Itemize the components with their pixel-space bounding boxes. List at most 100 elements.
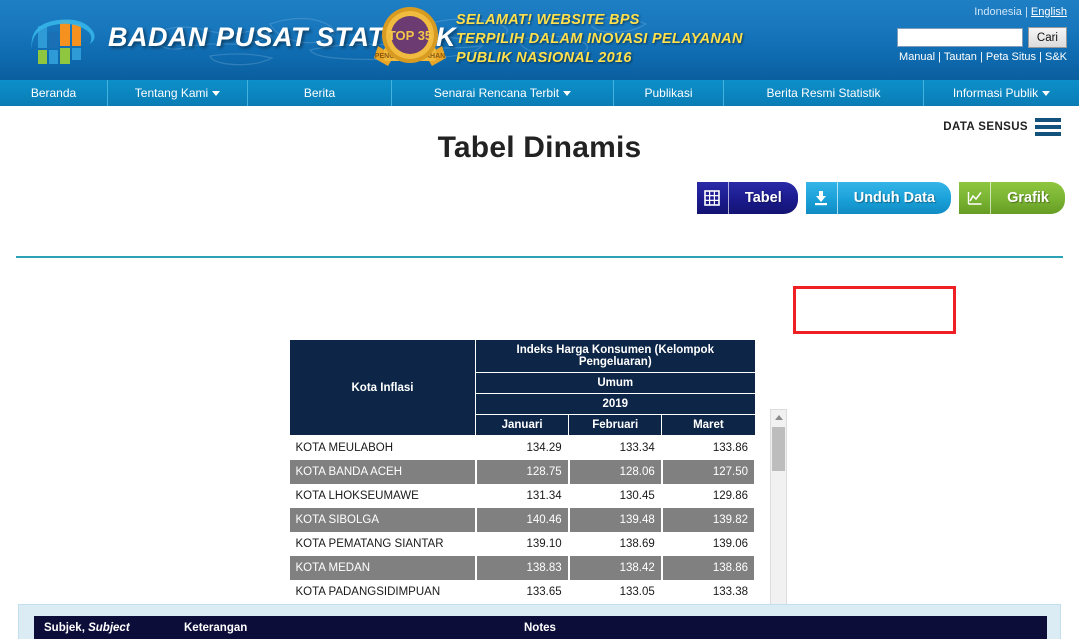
nav-item-senarai-rencana-terbit[interactable]: Senarai Rencana Terbit	[392, 80, 614, 106]
award-banner-line-2: TERPILIH DALAM INOVASI PELAYANAN	[456, 31, 743, 47]
th-month-januari[interactable]: Januari	[474, 414, 570, 436]
language-english[interactable]: English	[1031, 6, 1067, 18]
nav-item-publikasi[interactable]: Publikasi	[614, 80, 724, 106]
nav-item-beranda[interactable]: Beranda	[0, 80, 108, 106]
notes-panel: Subjek, Subject Keterangan Notes	[18, 604, 1061, 639]
cell-city: KOTA BANDA ACEH	[289, 459, 477, 484]
scrollbar-thumb[interactable]	[772, 427, 785, 471]
cell-city: KOTA PADANGSIDIMPUAN	[289, 579, 477, 604]
table-row[interactable]: KOTA MEDAN 138.83 138.42 138.86	[289, 555, 757, 580]
award-banner-text: SELAMAT! WEBSITE BPS TERPILIH DALAM INOV…	[456, 11, 743, 68]
nav-item-tentang-kami[interactable]: Tentang Kami	[108, 80, 248, 106]
cell-value-februari: 138.69	[568, 531, 663, 556]
chevron-down-icon	[212, 90, 221, 96]
cell-value-februari: 133.05	[568, 579, 663, 604]
dynamic-table-container: Kota Inflasi Indeks Harga Konsumen (Kelo…	[289, 339, 789, 639]
notes-col-notes: Notes	[524, 622, 556, 634]
cell-value-maret: 139.06	[661, 531, 757, 556]
grafik-button[interactable]: Grafik	[959, 182, 1065, 214]
language-indonesia[interactable]: Indonesia	[974, 6, 1022, 18]
table-row[interactable]: KOTA MEULABOH 134.29 133.34 133.86	[289, 435, 757, 460]
th-month-februari[interactable]: Februari	[568, 414, 663, 436]
cell-value-februari: 130.45	[568, 483, 663, 508]
table-row[interactable]: KOTA SIBOLGA 140.46 139.48 139.82	[289, 507, 757, 532]
cell-value-januari: 139.10	[475, 531, 570, 556]
search-submit-button[interactable]: Cari	[1027, 27, 1067, 48]
nav-item-label: Senarai Rencana Terbit	[433, 86, 560, 100]
grafik-button-label: Grafik	[1007, 190, 1049, 206]
table-row[interactable]: KOTA LHOKSEUMAWE 131.34 130.45 129.86	[289, 483, 757, 508]
nav-item-label: Tentang Kami	[134, 86, 209, 100]
unduh-data-highlight-box	[793, 286, 956, 334]
bps-logo	[31, 19, 95, 64]
nav-item-informasi-publik[interactable]: Informasi Publik	[924, 80, 1079, 106]
page-content: DATA SENSUS Tabel Dinamis Tabel Unduh Da…	[0, 106, 1079, 639]
header-quick-links[interactable]: Manual | Tautan | Peta Situs | S&K	[899, 51, 1067, 63]
table-row[interactable]: KOTA PEMATANG SIANTAR 139.10 138.69 139.06	[289, 531, 757, 556]
table-head-row-1: Kota Inflasi Indeks Harga Konsumen (Kelo…	[289, 339, 756, 436]
cell-value-januari: 133.65	[475, 579, 570, 604]
scroll-up-arrow-icon[interactable]	[771, 410, 786, 425]
cell-value-februari: 128.06	[568, 459, 663, 484]
cell-value-januari: 140.46	[475, 507, 570, 532]
section-divider	[16, 256, 1063, 258]
nav-item-label: Berita	[303, 86, 336, 100]
cell-value-januari: 128.75	[475, 459, 570, 484]
th-group-sub: Umum	[475, 372, 756, 394]
chevron-down-icon	[1042, 90, 1051, 96]
cell-city: KOTA LHOKSEUMAWE	[289, 483, 477, 508]
download-icon	[806, 182, 838, 214]
language-separator: |	[1021, 6, 1031, 18]
notes-col-keterangan: Keterangan	[184, 622, 248, 634]
unduh-data-button[interactable]: Unduh Data	[805, 182, 952, 214]
page-title: Tabel Dinamis	[437, 131, 642, 164]
nav-item-label: Informasi Publik	[952, 86, 1039, 100]
nav-item-label: Berita Resmi Statistik	[766, 86, 881, 100]
cell-value-maret: 138.86	[661, 555, 757, 580]
cell-value-januari: 138.83	[475, 555, 570, 580]
search-input[interactable]	[896, 28, 1023, 47]
tabel-button-label: Tabel	[744, 190, 782, 206]
th-group-year: 2019	[475, 393, 756, 415]
award-banner-line-3: PUBLIK NASIONAL 2016	[456, 50, 632, 66]
notes-table-header: Subjek, Subject Keterangan Notes	[34, 616, 1047, 639]
notes-col-subjek-en: Subject	[88, 622, 130, 634]
cell-value-januari: 134.29	[475, 435, 570, 460]
cell-value-februari: 139.48	[568, 507, 663, 532]
site-header: BADAN PUSAT STATISTIK PENGANUGERAHAN TOP…	[0, 0, 1079, 79]
table-head: Kota Inflasi Indeks Harga Konsumen (Kelo…	[289, 339, 756, 436]
cell-city: KOTA PEMATANG SIANTAR	[289, 531, 477, 556]
main-navigation: Beranda Tentang Kami Berita Senarai Rencana…	[0, 79, 1079, 106]
unduh-data-button-label: Unduh Data	[853, 190, 936, 206]
cell-value-maret: 133.86	[661, 435, 757, 460]
cell-value-maret: 133.38	[661, 579, 757, 604]
nav-item-label: Publikasi	[644, 86, 693, 100]
cell-value-maret: 127.50	[661, 459, 757, 484]
nav-item-berita[interactable]: Berita	[248, 80, 392, 106]
th-month-maret[interactable]: Maret	[661, 414, 756, 436]
tabel-button[interactable]: Tabel	[696, 182, 798, 214]
cell-city: KOTA SIBOLGA	[289, 507, 477, 532]
cell-value-maret: 139.82	[661, 507, 757, 532]
notes-col-subjek-id: Subjek,	[44, 622, 89, 634]
th-kota-inflasi[interactable]: Kota Inflasi	[289, 339, 476, 436]
cell-value-februari: 133.34	[568, 435, 663, 460]
cell-value-februari: 138.42	[568, 555, 663, 580]
chevron-down-icon	[563, 90, 572, 96]
notes-col-subjek: Subjek, Subject	[44, 622, 184, 634]
th-group-title: Indeks Harga Konsumen (Kelompok Pengelua…	[475, 339, 756, 373]
table-row[interactable]: KOTA PADANGSIDIMPUAN 133.65 133.05 133.38	[289, 579, 757, 604]
nav-item-berita-resmi-statistik[interactable]: Berita Resmi Statistik	[724, 80, 924, 106]
line-chart-icon	[959, 182, 992, 214]
table-row[interactable]: KOTA BANDA ACEH 128.75 128.06 127.50	[289, 459, 757, 484]
cell-value-januari: 131.34	[475, 483, 570, 508]
cell-value-maret: 129.86	[661, 483, 757, 508]
award-banner-line-1: SELAMAT! WEBSITE BPS	[456, 12, 640, 28]
top35-medal-icon: PENGANUGERAHAN TOP 35	[374, 7, 446, 66]
table-grid-icon	[697, 182, 729, 214]
cell-city: KOTA MEULABOH	[289, 435, 477, 460]
svg-text:TOP 35: TOP 35	[388, 28, 432, 43]
inflation-data-table: Kota Inflasi Indeks Harga Konsumen (Kelo…	[289, 339, 757, 639]
language-switcher: Indonesia | English	[974, 6, 1067, 18]
page-root: BADAN PUSAT STATISTIK PENGANUGERAHAN TOP…	[0, 0, 1079, 639]
